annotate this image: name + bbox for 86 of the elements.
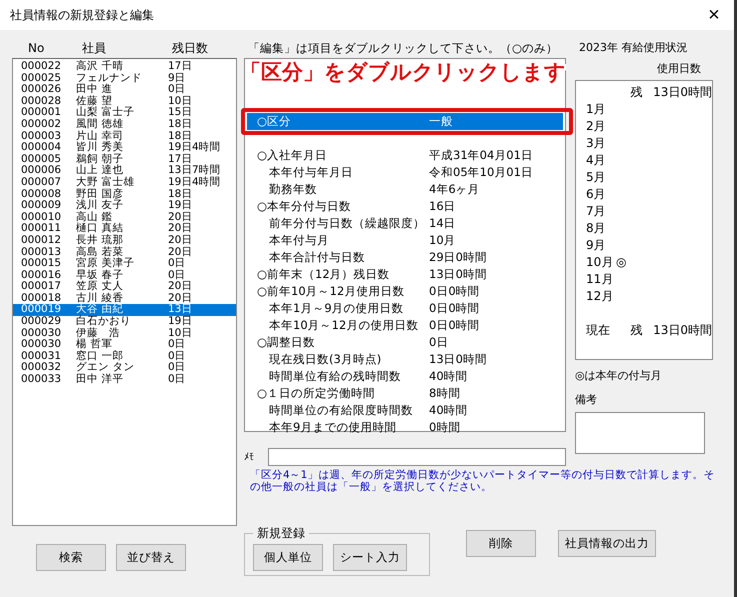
search-button[interactable]: 検索 (36, 544, 106, 571)
detail-row[interactable]: 現在残日数(3月時点) 13日0時間 (247, 351, 563, 368)
month-label: 3月 (586, 136, 606, 150)
memo-field[interactable] (268, 448, 566, 466)
remaining-value: 13日0時間 (653, 322, 712, 339)
column-header: 残日数 (172, 40, 208, 56)
detail-row[interactable]: ○入社年月日 平成31年04月01日 (247, 147, 563, 164)
detail-row[interactable]: 勤務年数 4年6ヶ月 (247, 181, 563, 198)
employee-row[interactable]: 000001 山梨 富士子 15日 (13, 107, 236, 119)
employee-row[interactable]: 000009 浅川 友子 19日 (13, 200, 236, 212)
employee-row[interactable]: 000002 風間 徳雄 18日 (13, 118, 236, 131)
usage-title: 2023年 有給使用状況 (578, 40, 688, 56)
individual-button[interactable]: 個人単位 (253, 544, 323, 571)
detail-row[interactable]: 本年1月～9月の使用日数 0日0時間 (247, 300, 563, 317)
month-label: 11月 (586, 272, 614, 286)
callout-text: 「区分」をダブルクリックします (240, 59, 566, 86)
month-label: 10月 (586, 255, 614, 269)
employee-row[interactable]: 000019 大谷 由紀 13日 (13, 304, 236, 316)
employee-row[interactable]: 000007 大野 富士雄 19日4時間 (13, 176, 236, 189)
delete-button[interactable]: 削除 (466, 530, 536, 557)
group-label: 新規登録 (256, 525, 306, 542)
employee-row[interactable]: 000013 高島 若菜 20日 (13, 246, 236, 258)
detail-row[interactable]: ○調整日数 0日 (247, 334, 563, 351)
detail-row[interactable]: 本年10月～12月の使用日数 0日0時間 (247, 317, 563, 334)
window-title: 社員情報の新規登録と編集 (10, 6, 154, 24)
employee-row[interactable]: 000017 笠原 丈人 20日 (13, 281, 236, 293)
instruction-text: 「編集」は項目をダブルクリックして下さい。（○のみ） (247, 40, 560, 57)
detail-row[interactable]: ○区分 一般 (247, 113, 563, 130)
detail-row[interactable]: 本年合計付与日数 29日0時間 (247, 249, 563, 266)
detail-row[interactable]: ○前年10月～12月使用日数 0日0時間 (247, 283, 563, 300)
month-label: 7月 (586, 204, 606, 218)
grant-mark: ◎ (616, 255, 626, 269)
detail-row[interactable]: ○本年分付与日数 16日 (247, 198, 563, 215)
employee-row[interactable]: 000022 高沢 千晴 17日 (13, 61, 236, 73)
employee-row[interactable]: 000018 古川 綾香 20日 (13, 292, 236, 304)
month-label: 1月 (586, 102, 606, 116)
remarks-label: 備考 (575, 392, 598, 408)
sort-button[interactable]: 並び替え (116, 544, 186, 571)
month-label: 現在 (586, 323, 610, 337)
employee-row[interactable]: 000016 早坂 春子 0日 (13, 270, 236, 282)
employee-row[interactable]: 000031 窓口 一郎 0日 (13, 350, 236, 362)
employee-row[interactable]: 000033 田中 洋平 0日 (13, 374, 236, 386)
month-label: 5月 (586, 170, 606, 184)
month-label: 6月 (586, 187, 606, 201)
sheet-input-button[interactable]: シート入力 (333, 544, 407, 571)
remaining-label: 残 (630, 323, 643, 337)
employee-row[interactable]: 000028 佐藤 望 10日 (13, 96, 236, 108)
employee-row[interactable]: 000004 皆川 秀美 19日4時間 (13, 142, 236, 154)
employee-row[interactable]: 000011 樋口 真結 20日 (13, 223, 236, 235)
employee-row[interactable]: 000025 フェルナンド 9日 (13, 72, 236, 84)
column-header: 社員 (82, 40, 107, 56)
employee-row[interactable]: 000008 野田 国彦 18日 (13, 188, 236, 200)
employee-row[interactable]: 000003 片山 幸司 18日 (13, 130, 236, 142)
detail-row[interactable]: 本年9月までの使用時間 0時間 (247, 419, 563, 436)
employee-row[interactable]: 000010 高山 鑑 20日 (13, 212, 236, 224)
detail-row[interactable]: 時間単位有給の残時間数 40時間 (247, 368, 563, 385)
employee-row[interactable]: 000012 長井 琉那 20日 (13, 234, 236, 246)
detail-row[interactable]: 本年付与月 10月 (247, 232, 563, 249)
employee-row[interactable]: 000030 伊藤 浩 10日 (13, 328, 236, 340)
column-header: No (28, 41, 46, 55)
export-button[interactable]: 社員情報の出力 (558, 530, 656, 557)
employee-row[interactable]: 000005 鵜飼 朝子 17日 (13, 154, 236, 166)
detail-row[interactable]: ○１日の所定労働時間 8時間 (247, 385, 563, 402)
memo-label: ﾒﾓ (244, 451, 255, 463)
remaining-label: 残 (630, 85, 643, 99)
employee-row[interactable]: 000006 山上 達也 13日7時間 (13, 165, 236, 177)
month-label: 9月 (586, 238, 606, 252)
detail-row[interactable]: ○前年末（12月）残日数 13日0時間 (247, 266, 563, 283)
remarks-field[interactable] (575, 412, 705, 454)
employee-row[interactable]: 000015 宮原 美津子 0日 (13, 258, 236, 270)
month-label: 4月 (586, 153, 606, 167)
close-button[interactable]: × (694, 0, 734, 30)
employee-row[interactable]: 000026 田中 進 0日 (13, 84, 236, 96)
month-label: 2月 (586, 119, 606, 133)
month-label: 12月 (586, 289, 614, 303)
month-label: 8月 (586, 221, 606, 235)
column-header: 使用日数 (657, 61, 702, 77)
remaining-value: 13日0時間 (653, 84, 712, 101)
detail-row[interactable]: 本年付与年月日 令和05年10月01日 (247, 164, 563, 181)
employee-row[interactable]: 000029 白石かおり 19日 (13, 316, 236, 328)
legend-text: ◎は本年の付与月 (575, 368, 663, 384)
employee-row[interactable]: 000030 楊 哲軍 0日 (13, 339, 236, 351)
employee-row[interactable]: 000032 グエン タン 0日 (13, 362, 236, 374)
detail-row[interactable]: 前年分付与日数（繰越限度） 14日 (247, 215, 563, 232)
detail-row[interactable]: 時間単位の有給限度時間数 40時間 (247, 402, 563, 419)
note-text: 「区分4～1」は週、年の所定労働日数が少ないパートタイマー等の付与日数で計算します。その他一般の社員は「一般」を選択してください。 (249, 469, 716, 493)
